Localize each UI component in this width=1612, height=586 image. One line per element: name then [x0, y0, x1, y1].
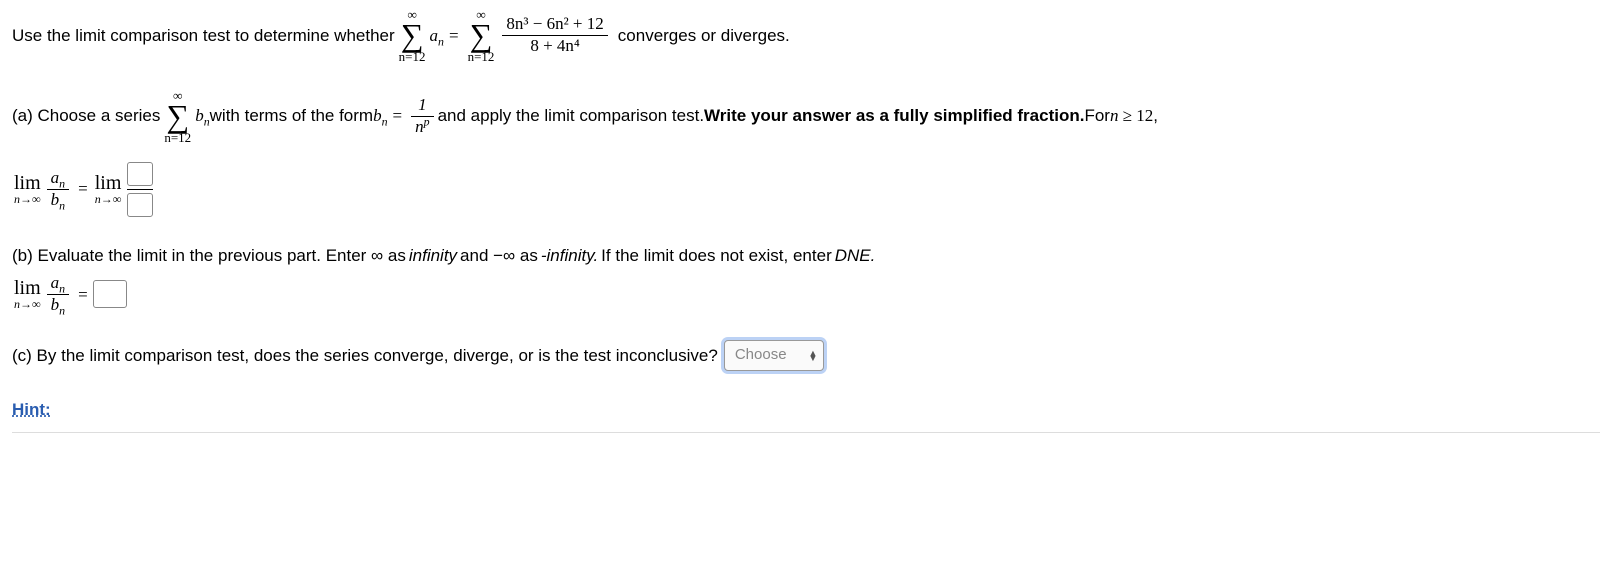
an-over-bn-b: an bn	[47, 274, 69, 314]
one-over-np: 1 np	[411, 96, 433, 136]
bn-term: bn	[195, 103, 209, 129]
part-b-text1: (b) Evaluate the limit in the previous p…	[12, 243, 406, 269]
divider	[12, 432, 1600, 433]
part-b-text2: and −∞ as	[460, 243, 538, 269]
hint-link[interactable]: Hint:	[12, 400, 51, 419]
part-a-bold: Write your answer as a fully simplified …	[704, 103, 1084, 129]
main-fraction: 8n³ − 6n² + 12 8 + 4n⁴	[502, 15, 607, 55]
an-over-bn: an bn	[47, 169, 69, 209]
question-intro: Use the limit comparison test to determi…	[12, 8, 1600, 63]
denominator-input[interactable]	[127, 193, 153, 217]
comma: ,	[1153, 103, 1158, 129]
an-term: an	[430, 23, 444, 49]
equals-1: =	[449, 23, 459, 49]
part-b-text3: If the limit does not exist, enter	[601, 243, 832, 269]
hint-row: Hint:	[12, 397, 1600, 423]
part-c-text: (c) By the limit comparison test, does t…	[12, 343, 718, 369]
part-b: (b) Evaluate the limit in the previous p…	[12, 243, 1600, 315]
limit-expression: lim n→∞ an bn = lim n→∞	[12, 162, 1600, 217]
part-a-label: (a) Choose a series	[12, 103, 160, 129]
lim-2: lim n→∞	[95, 173, 122, 205]
cond: n ≥ 12	[1110, 103, 1153, 129]
numerator-input[interactable]	[127, 162, 153, 186]
sum-an: ∞ ∑ n=12	[399, 8, 426, 63]
equals-b: =	[78, 282, 88, 308]
sum-bn: ∞ ∑ n=12	[164, 89, 191, 144]
intro-pre: Use the limit comparison test to determi…	[12, 23, 395, 49]
equals-2: =	[393, 103, 403, 129]
lim-b: lim n→∞	[14, 278, 41, 310]
select-arrows-icon: ▲▼	[809, 351, 818, 360]
intro-post: converges or diverges.	[618, 23, 790, 49]
bn-form: bn	[373, 103, 387, 129]
part-a: (a) Choose a series ∞ ∑ n=12 bn with ter…	[12, 89, 1600, 144]
lim-1: lim n→∞	[14, 173, 41, 205]
limit-value-input[interactable]	[93, 280, 127, 308]
neg-infinity-word: -infinity.	[541, 243, 598, 269]
part-a-mid2: and apply the limit comparison test.	[438, 103, 704, 129]
infinity-word: infinity	[409, 243, 457, 269]
part-a-tail: For	[1084, 103, 1110, 129]
part-a-mid1: with terms of the form	[210, 103, 373, 129]
select-placeholder: Choose	[735, 344, 787, 367]
sum-frac: ∞ ∑ n=12	[468, 8, 495, 63]
part-c: (c) By the limit comparison test, does t…	[12, 340, 1600, 371]
answer-fraction	[127, 162, 153, 217]
conclusion-select[interactable]: Choose ▲▼	[724, 340, 825, 371]
equals-3: =	[78, 176, 88, 202]
dne-word: DNE.	[835, 243, 876, 269]
